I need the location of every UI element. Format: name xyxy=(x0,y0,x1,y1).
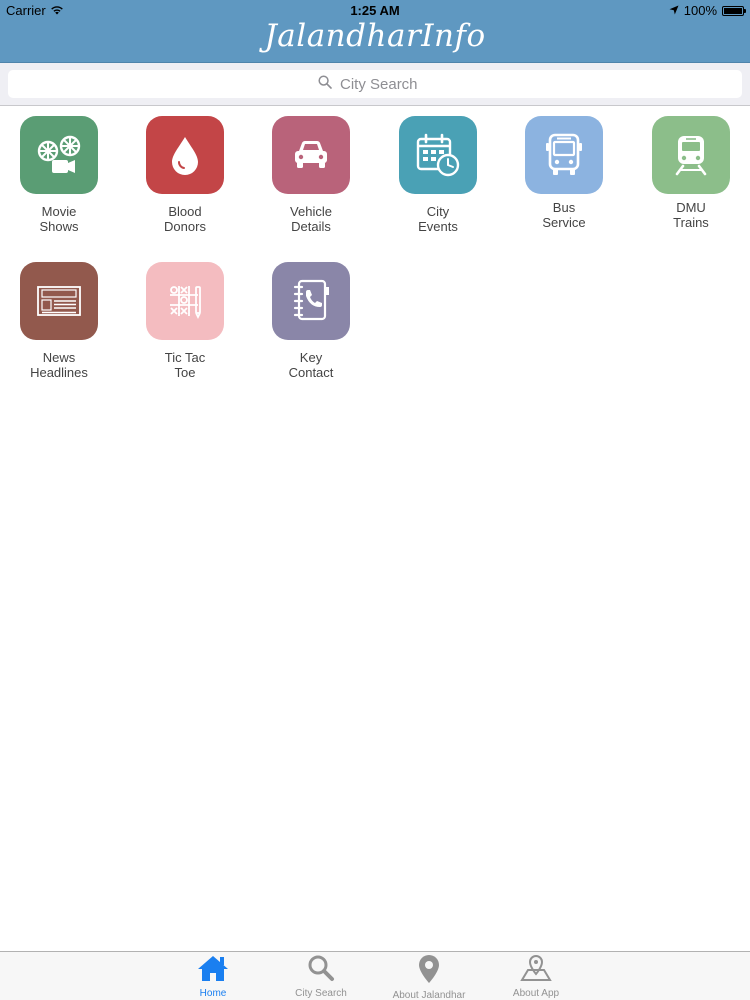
tile-blood-donors[interactable]: Blood Donors xyxy=(135,116,235,234)
tile-dmu-trains[interactable]: DMU Trains xyxy=(641,116,741,230)
battery-percent: 100% xyxy=(683,3,717,18)
tile-icon-bg xyxy=(272,262,350,340)
tile-label-line1: Vehicle xyxy=(290,204,332,219)
tab-bar: Home City Search About Jalandhar About A… xyxy=(0,951,750,1000)
tile-label-line1: Key xyxy=(299,350,323,365)
home-icon xyxy=(198,956,228,981)
car-icon xyxy=(295,141,327,168)
tile-label-line2: Toe xyxy=(174,365,196,380)
search-bar xyxy=(0,63,750,106)
tile-label-line2: Headlines xyxy=(30,365,88,380)
tile-label: DMU Trains xyxy=(641,200,741,230)
tile-label: City Events xyxy=(388,204,488,234)
tab-home[interactable]: Home xyxy=(163,954,263,999)
tile-label: Movie Shows xyxy=(9,204,109,234)
film-reels-icon xyxy=(37,135,81,173)
battery-icon xyxy=(722,5,746,16)
calendar-clock-icon xyxy=(416,133,460,177)
tic-tac-toe-icon xyxy=(170,286,201,319)
tile-label: Bus Service xyxy=(514,200,614,230)
battery-level xyxy=(724,7,742,14)
train-icon xyxy=(675,136,707,176)
tile-icon-bg xyxy=(20,262,98,340)
tile-label-line2: Shows xyxy=(39,219,79,234)
tile-key-contact[interactable]: Key Contact xyxy=(261,262,361,380)
status-bar: Carrier 1:25 AM 100% xyxy=(0,0,750,20)
tile-label: Key Contact xyxy=(261,350,361,380)
tile-movie-shows[interactable]: Movie Shows xyxy=(9,116,109,234)
tile-icon-bg xyxy=(399,116,477,194)
tile-vehicle-details[interactable]: Vehicle Details xyxy=(261,116,361,234)
tile-icon-bg xyxy=(20,116,98,194)
tab-city-search[interactable]: City Search xyxy=(271,954,371,999)
tab-about-jalandhar[interactable]: About Jalandhar xyxy=(379,954,479,1000)
bus-icon xyxy=(546,133,582,175)
tile-label: Vehicle Details xyxy=(261,204,361,234)
tile-city-events[interactable]: City Events xyxy=(388,116,488,234)
status-right: 100% xyxy=(669,3,746,18)
newspaper-icon xyxy=(37,286,81,316)
tile-icon-bg xyxy=(652,116,730,194)
location-pin-icon xyxy=(419,955,439,983)
map-pin-icon xyxy=(520,954,552,981)
tab-label: About App xyxy=(512,988,560,999)
tile-label-line1: City xyxy=(426,204,450,219)
tile-label-line1: Tic Tac xyxy=(164,350,206,365)
tile-label: Tic Tac Toe xyxy=(135,350,235,380)
tile-label-line1: Blood xyxy=(168,204,202,219)
tile-label-line1: Movie xyxy=(41,204,77,219)
tile-tic-tac-toe[interactable]: Tic Tac Toe xyxy=(135,262,235,380)
tile-label-line2: Details xyxy=(291,219,331,234)
search-icon xyxy=(308,955,334,981)
tile-news-headlines[interactable]: News Headlines xyxy=(9,262,109,380)
blood-drop-icon xyxy=(172,137,198,175)
search-icon xyxy=(318,75,332,93)
city-search-input[interactable] xyxy=(338,74,432,94)
tile-label-line2: Events xyxy=(418,219,458,234)
tile-icon-bg xyxy=(272,116,350,194)
tile-icon-bg xyxy=(146,262,224,340)
tile-label-line2: Service xyxy=(542,215,586,230)
tile-label: Blood Donors xyxy=(135,204,235,234)
location-arrow-icon xyxy=(669,3,679,18)
tab-label: Home xyxy=(199,988,227,999)
search-field[interactable] xyxy=(8,70,742,98)
tile-icon-bg xyxy=(146,116,224,194)
tile-label-line1: Bus xyxy=(552,200,576,215)
tile-label-line2: Trains xyxy=(673,215,709,230)
tile-label: News Headlines xyxy=(9,350,109,380)
app-title: JalandharInfo xyxy=(264,18,486,54)
tile-label-line2: Contact xyxy=(288,365,334,380)
tile-bus-service[interactable]: Bus Service xyxy=(514,116,614,230)
tab-about-app[interactable]: About App xyxy=(486,954,586,999)
tile-icon-bg xyxy=(525,116,603,194)
tile-label-line2: Donors xyxy=(164,219,206,234)
status-time: 1:25 AM xyxy=(350,3,400,18)
tab-label: City Search xyxy=(295,988,347,999)
tile-label-line1: News xyxy=(42,350,76,365)
home-screen: Carrier 1:25 AM 100% JalandharInfo City … xyxy=(0,0,750,1000)
contact-book-icon xyxy=(293,279,329,321)
tab-label: About Jalandhar xyxy=(392,990,466,1000)
tile-label-line1: DMU xyxy=(676,200,706,215)
navigation-header: Carrier 1:25 AM 100% JalandharInfo xyxy=(0,0,750,63)
